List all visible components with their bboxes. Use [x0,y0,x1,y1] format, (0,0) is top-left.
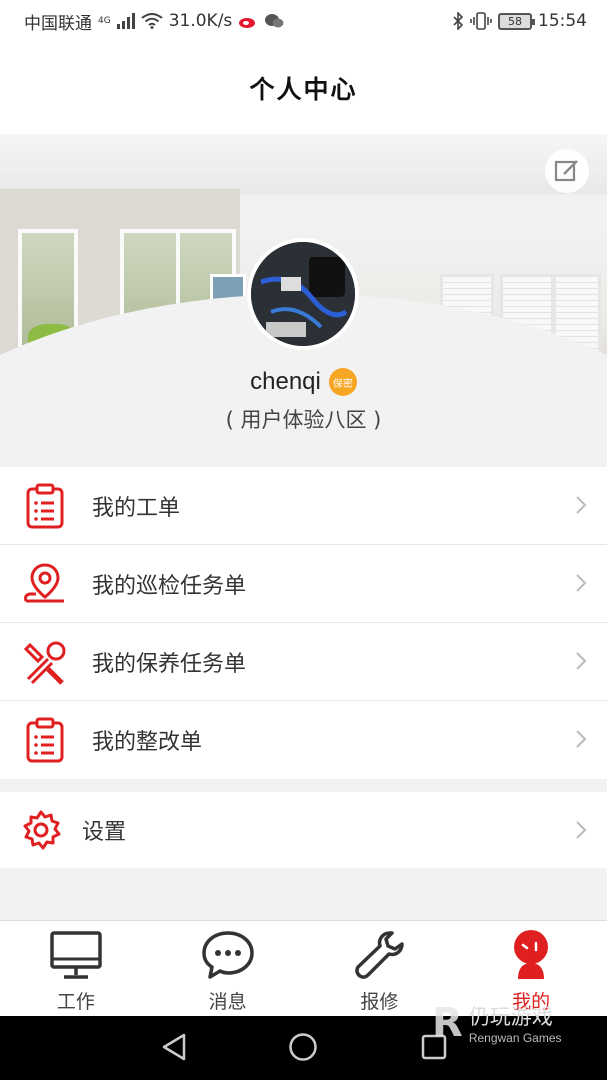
signal-icon [116,13,135,29]
privacy-badge: 保密 [328,368,357,396]
menu-item-maintenance-tasks[interactable]: 我的保养任务单 [0,623,607,701]
tab-label: 报修 [360,991,399,1013]
home-icon[interactable] [288,1032,318,1062]
banner-ceiling [0,134,607,194]
wrench-icon [351,927,407,983]
watermark: R 仍玩游戏 Rengwan Games [432,1000,562,1046]
back-icon[interactable] [160,1032,188,1062]
chevron-right-icon [576,574,587,592]
menu-item-label: 我的巡检任务单 [92,573,247,599]
clipboard-icon [22,483,68,529]
watermark-cn: 仍玩游戏 [468,1005,553,1029]
tab-label: 工作 [56,991,95,1013]
tools-icon [22,639,68,685]
profile-banner: chenqi 保密 ( 用户体验八区 ) [0,134,607,466]
clock-text: 15:54 [538,11,587,31]
weibo-icon [239,18,256,28]
status-bar: 中国联通 4G 31.0K/s 58 15:54 [0,0,607,42]
wifi-icon [141,13,163,29]
menu-list: 我的工单 我的巡检任务单 我的保养任务单 我的整改单 [0,467,607,779]
avatar[interactable] [247,238,359,350]
edit-profile-button[interactable] [545,149,589,193]
page-title: 个人中心 [249,75,358,104]
user-face-icon [503,927,559,983]
wechat-icon [265,14,284,28]
vibrate-icon [470,12,492,30]
menu-item-inspection-tasks[interactable]: 我的巡检任务单 [0,545,607,623]
chevron-right-icon [576,821,587,839]
carrier-text: 中国联通 [24,13,92,34]
menu-item-label: 我的保养任务单 [92,651,247,677]
watermark-logo-icon: R [432,1000,463,1046]
menu-item-label: 我的工单 [92,495,181,521]
network-speed: 31.0K/s [168,11,233,31]
clipboard-icon [22,717,68,763]
chevron-right-icon [576,496,587,514]
network-type: 4G [98,16,111,26]
settings-label: 设置 [82,820,127,845]
bluetooth-icon [453,12,464,30]
watermark-text: 仍玩游戏 Rengwan Games [469,1001,562,1045]
menu-item-rectification-orders[interactable]: 我的整改单 [0,701,607,779]
menu-item-label: 我的整改单 [92,730,203,755]
chat-bubble-icon [200,927,256,983]
edit-icon [554,160,578,182]
title-bar: 个人中心 [0,42,607,134]
menu-item-settings[interactable]: 设置 [0,792,607,868]
tab-label: 消息 [208,991,247,1013]
tab-messages[interactable]: 消息 [152,921,304,1016]
status-left: 中国联通 4G 31.0K/s [24,9,284,34]
user-row: chenqi 保密 [0,368,607,396]
watermark-en: Rengwan Games [468,1031,562,1045]
menu-item-work-orders[interactable]: 我的工单 [0,467,607,545]
status-right: 58 15:54 [452,11,587,31]
location-pin-icon [22,561,68,607]
user-region: ( 用户体验八区 ) [225,408,382,432]
chevron-right-icon [576,730,587,748]
gear-icon [20,807,62,853]
username: chenqi [250,368,321,395]
tab-work[interactable]: 工作 [0,921,152,1016]
battery-icon: 58 [498,12,535,30]
avatar-image [251,242,355,346]
chevron-right-icon [576,652,587,670]
monitor-icon [48,927,104,983]
